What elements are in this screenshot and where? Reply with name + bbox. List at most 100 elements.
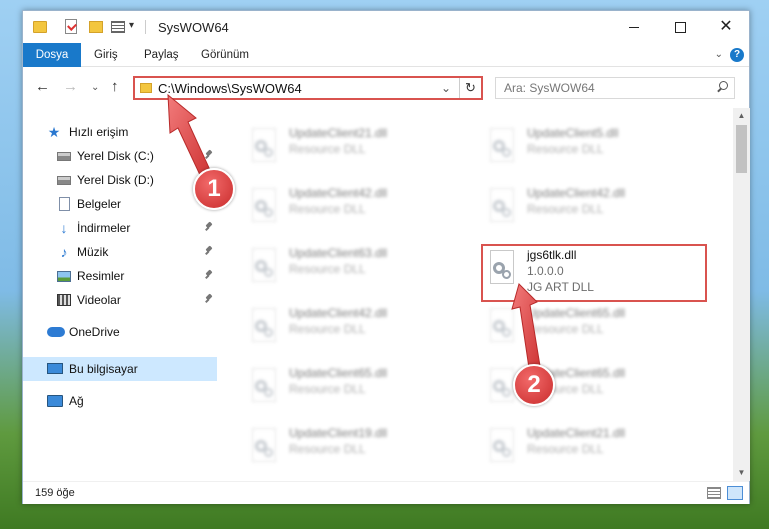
file-name: UpdateClient63.dll — [289, 246, 388, 260]
file-type: Resource DLL — [527, 322, 604, 336]
network-icon — [47, 395, 63, 407]
file-item[interactable]: UpdateClient5.dll Resource DLL — [479, 120, 709, 172]
pin-icon[interactable] — [204, 150, 214, 160]
status-bar: 159 öğe — [23, 481, 749, 504]
dll-file-icon — [249, 308, 279, 344]
pin-icon[interactable] — [204, 270, 214, 280]
search-placeholder: Ara: SysWOW64 — [504, 81, 595, 95]
dll-file-icon — [487, 188, 517, 224]
dll-file-icon — [487, 308, 517, 344]
document-icon — [59, 197, 70, 211]
recent-locations-icon[interactable]: ⌄ — [91, 82, 99, 93]
address-bar[interactable]: C:\Windows\SysWOW64 ⌄ ↻ — [133, 76, 483, 100]
music-icon: ♪ — [60, 244, 68, 260]
file-item[interactable]: UpdateClient21.dll Resource DLL — [241, 120, 471, 172]
address-path[interactable]: C:\Windows\SysWOW64 — [158, 81, 302, 96]
cloud-icon — [47, 327, 65, 337]
maximize-button[interactable] — [657, 11, 703, 43]
file-item[interactable]: UpdateClient19.dll Resource DLL — [241, 420, 471, 472]
search-icon[interactable] — [716, 81, 728, 93]
title-bar: ▾ SysWOW64 ✕ — [23, 11, 749, 43]
sidebar-item-music[interactable]: ♪ Müzik — [23, 240, 217, 264]
scroll-up-icon[interactable]: ▲ — [733, 108, 750, 124]
refresh-button[interactable]: ↻ — [459, 78, 481, 98]
file-name: UpdateClient42.dll — [289, 186, 388, 200]
sidebar-item-videos[interactable]: Videolar — [23, 288, 217, 312]
file-item[interactable]: UpdateClient42.dll Resource DLL — [241, 180, 471, 232]
file-type: Resource DLL — [527, 142, 604, 156]
folder-icon — [140, 83, 152, 93]
pin-icon[interactable] — [204, 222, 214, 232]
up-button[interactable]: ↑ — [111, 78, 119, 95]
download-icon: ↓ — [60, 220, 68, 236]
file-type: Resource DLL — [527, 202, 604, 216]
tiles-view-icon[interactable] — [727, 486, 743, 500]
sidebar-item-local-disk-c[interactable]: Yerel Disk (C:) — [23, 144, 217, 168]
search-input[interactable]: Ara: SysWOW64 — [495, 77, 735, 99]
item-count: 159 öğe — [35, 487, 75, 499]
folder-icon[interactable] — [33, 21, 47, 33]
pin-icon[interactable] — [204, 246, 214, 256]
help-icon[interactable]: ? — [730, 48, 744, 62]
navigation-pane: ★ Hızlı erişim Yerel Disk (C:) Yerel Dis… — [23, 108, 217, 481]
customize-toolbar-caret-icon[interactable]: ▾ — [129, 20, 134, 36]
sidebar-item-network[interactable]: Ağ — [23, 389, 217, 413]
back-button[interactable]: ← — [35, 78, 50, 95]
file-item[interactable]: UpdateClient63.dll Resource DLL — [241, 240, 471, 292]
file-list: UpdateClient21.dll Resource DLL UpdateCl… — [217, 108, 733, 481]
sidebar-item-local-disk-d[interactable]: Yerel Disk (D:) — [23, 168, 217, 192]
file-name: UpdateClient5.dll — [527, 126, 619, 140]
file-name: UpdateClient42.dll — [289, 306, 388, 320]
close-button[interactable]: ✕ — [703, 11, 749, 43]
minimize-button[interactable] — [611, 11, 657, 43]
file-item[interactable]: UpdateClient65.dll Resource DLL — [479, 300, 709, 352]
file-name: UpdateClient21.dll — [289, 126, 388, 140]
file-name: UpdateClient65.dll — [289, 366, 388, 380]
vertical-scrollbar[interactable]: ▲ ▼ — [733, 108, 750, 481]
sidebar-item-pictures[interactable]: Resimler — [23, 264, 217, 288]
file-item[interactable]: UpdateClient42.dll Resource DLL — [241, 300, 471, 352]
dll-file-icon — [487, 428, 517, 464]
sidebar-item-downloads[interactable]: ↓ İndirmeler — [23, 216, 217, 240]
sidebar-item-quick-access[interactable]: ★ Hızlı erişim — [23, 120, 217, 144]
tab-view[interactable]: Görünüm — [201, 43, 249, 67]
tab-share[interactable]: Paylaş — [144, 43, 179, 67]
dll-file-icon — [249, 248, 279, 284]
computer-icon — [47, 363, 63, 374]
sidebar-item-label: Müzik — [77, 245, 109, 259]
pin-icon[interactable] — [204, 294, 214, 304]
file-name: UpdateClient21.dll — [527, 426, 626, 440]
file-item[interactable]: UpdateClient21.dll Resource DLL — [479, 420, 709, 472]
file-item[interactable]: UpdateClient65.dll Resource DLL — [241, 360, 471, 412]
sidebar-item-this-pc[interactable]: Bu bilgisayar — [23, 357, 217, 381]
tab-file[interactable]: Dosya — [23, 43, 81, 67]
file-name: UpdateClient65.dll — [527, 306, 626, 320]
file-type: Resource DLL — [289, 142, 366, 156]
expand-ribbon-icon[interactable]: ⌄ — [715, 49, 723, 60]
forward-button[interactable]: → — [63, 78, 78, 95]
scroll-down-icon[interactable]: ▼ — [733, 465, 750, 481]
sidebar-item-documents[interactable]: Belgeler — [23, 192, 217, 216]
sidebar-item-label: Yerel Disk (C:) — [77, 149, 154, 163]
sidebar-item-label: Hızlı erişim — [69, 125, 129, 139]
new-folder-icon[interactable] — [89, 21, 103, 33]
sidebar-item-label: Ağ — [69, 394, 84, 408]
file-type: Resource DLL — [289, 262, 366, 276]
scrollbar-thumb[interactable] — [736, 125, 747, 173]
file-item[interactable]: UpdateClient42.dll Resource DLL — [479, 180, 709, 232]
file-name: UpdateClient19.dll — [289, 426, 388, 440]
dll-file-icon — [249, 128, 279, 164]
address-dropdown-icon[interactable]: ⌄ — [441, 81, 451, 95]
drive-icon — [57, 152, 71, 161]
sidebar-item-label: Resimler — [77, 269, 125, 283]
dll-file-icon — [249, 428, 279, 464]
view-options-icon[interactable] — [111, 21, 125, 33]
properties-icon[interactable] — [65, 19, 77, 34]
dll-file-icon — [249, 368, 279, 404]
sidebar-item-onedrive[interactable]: OneDrive — [23, 320, 217, 344]
toolbar-separator — [145, 20, 146, 34]
sidebar-item-label: OneDrive — [69, 325, 120, 339]
tab-home[interactable]: Giriş — [94, 43, 118, 67]
sidebar-item-label: Belgeler — [77, 197, 122, 211]
details-view-icon[interactable] — [707, 487, 721, 499]
